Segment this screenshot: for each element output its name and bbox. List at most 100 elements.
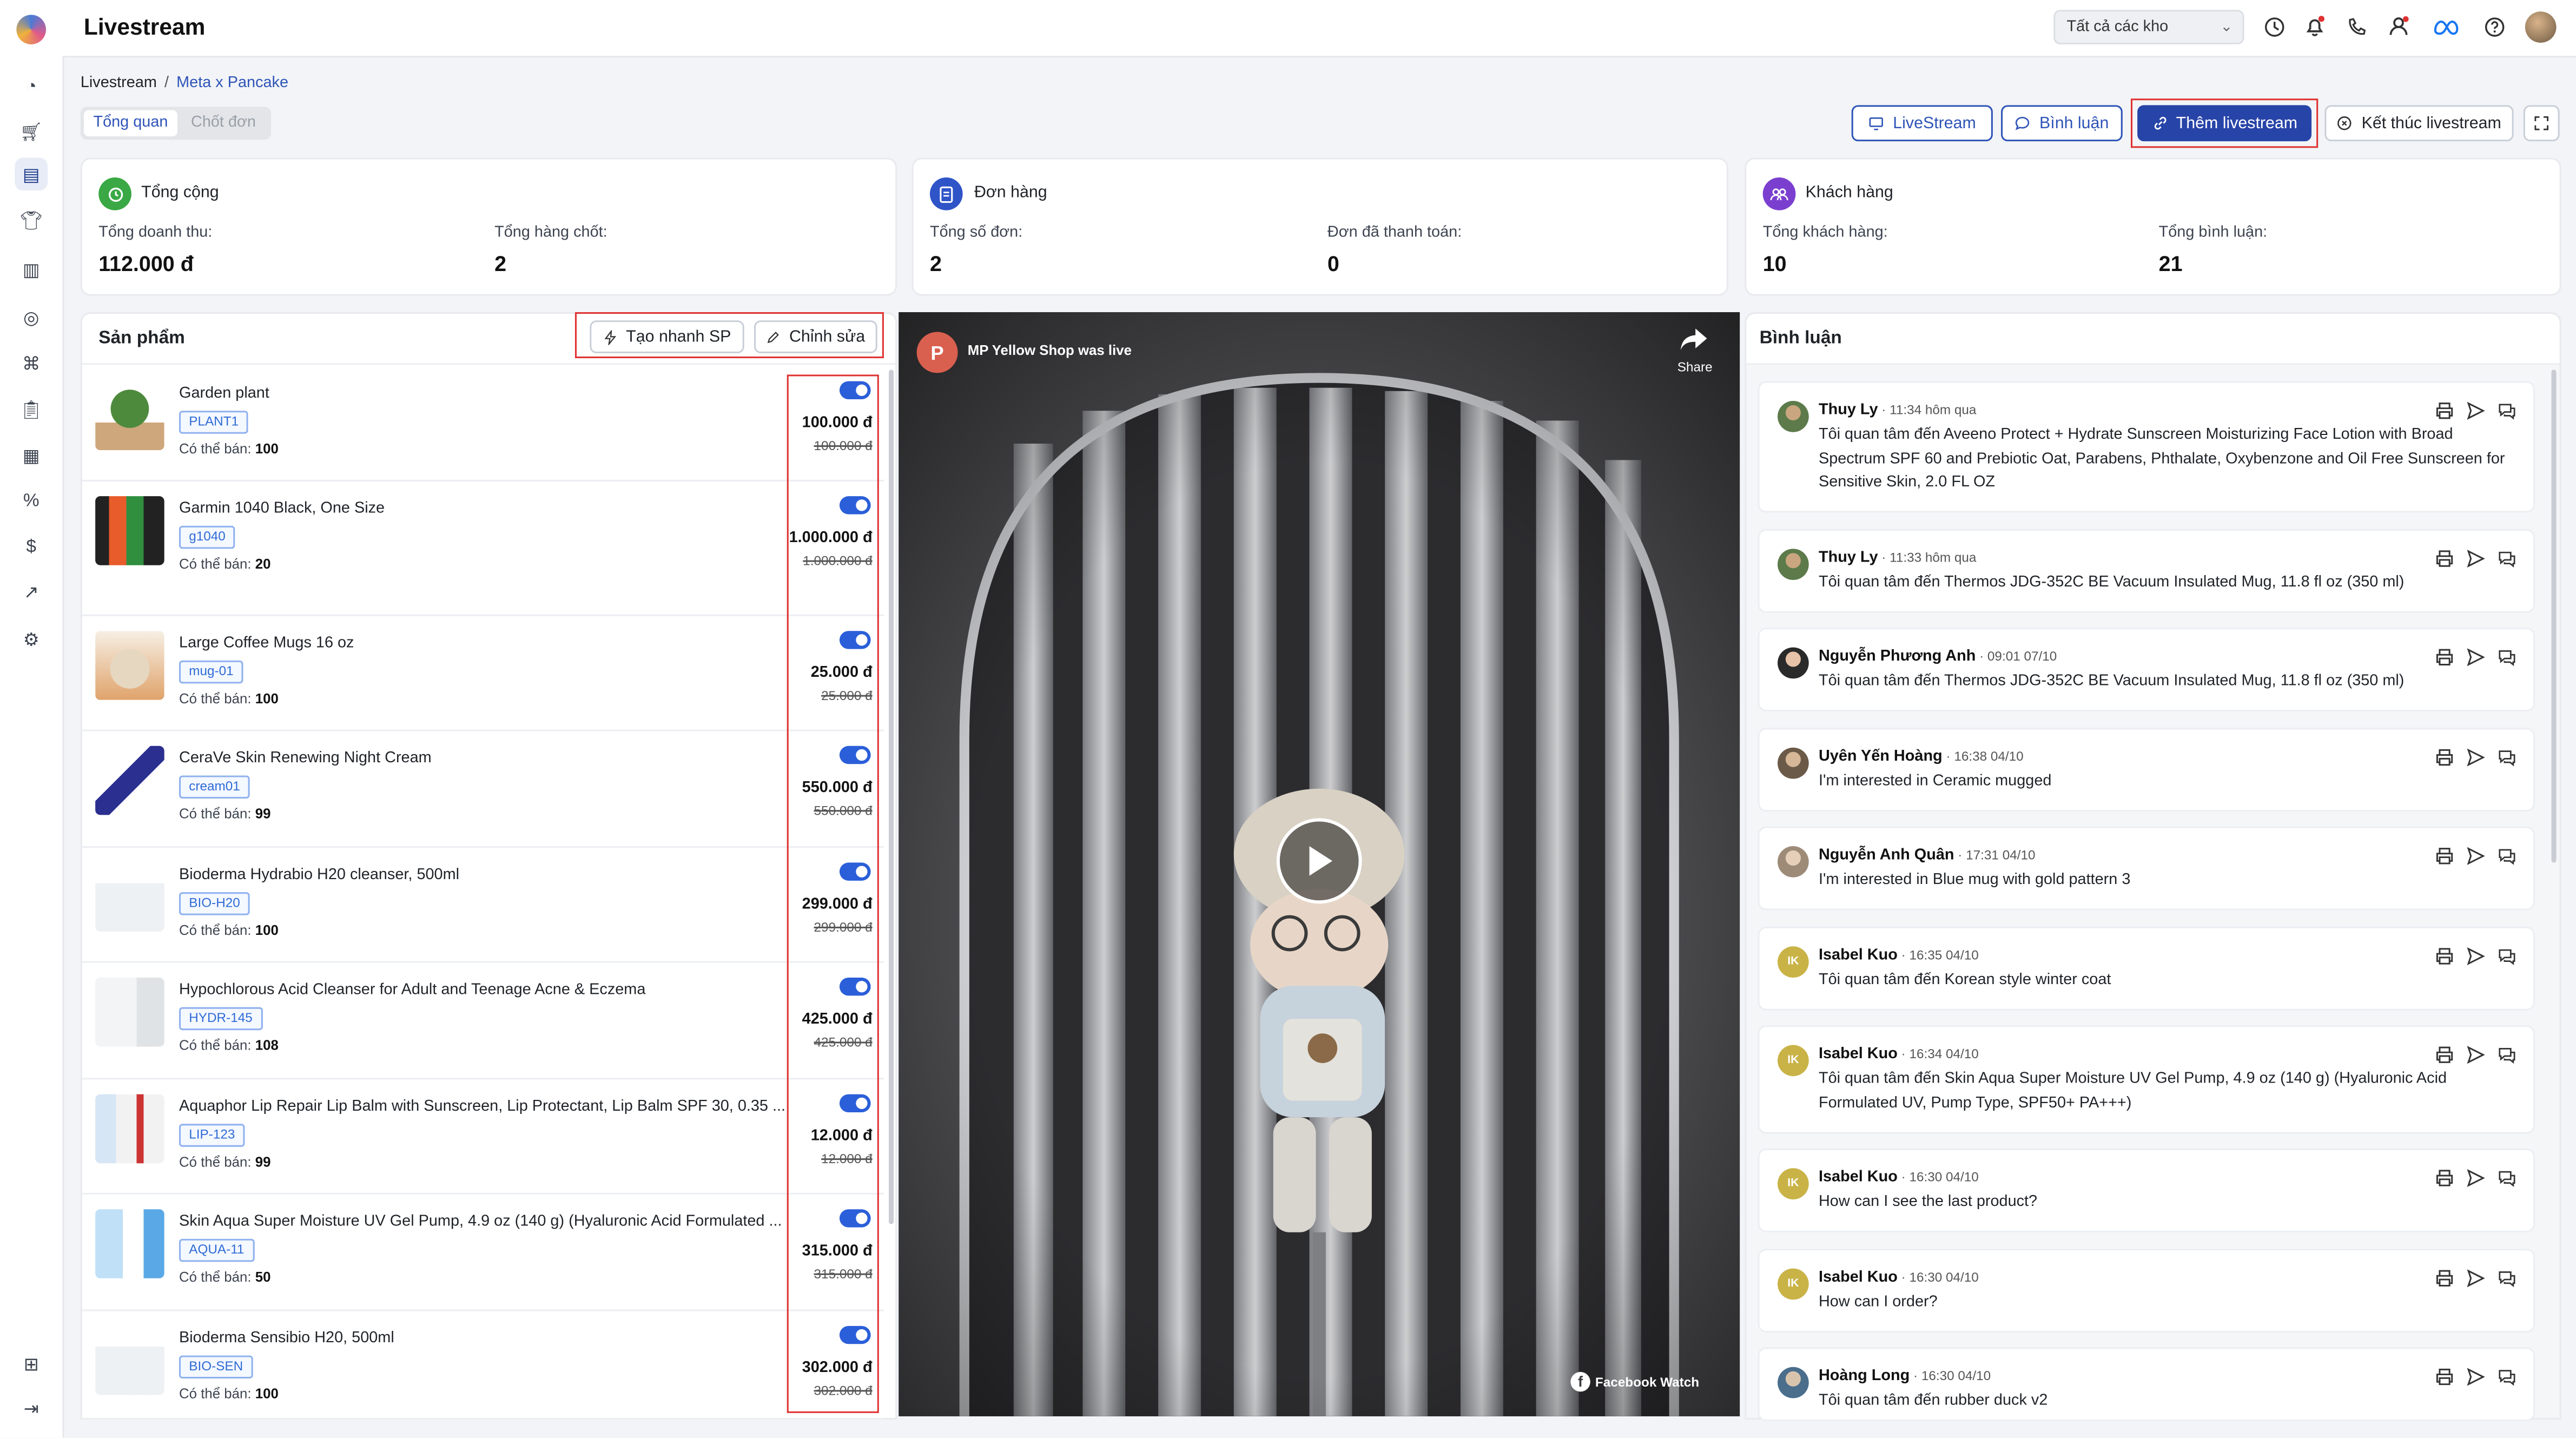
comment-author[interactable]: Nguyễn Anh Quân [1819,846,1954,864]
reply-chat-icon[interactable] [2497,946,2516,966]
history-icon[interactable] [2264,16,2285,37]
collapse-icon[interactable]: ⇥ [15,1391,48,1424]
send-icon[interactable] [2466,549,2486,568]
send-icon[interactable] [2466,846,2486,866]
send-icon[interactable] [2466,1168,2486,1188]
product-row[interactable]: CeraVe Skin Renewing Night Cream cream01 C… [82,729,884,848]
print-icon[interactable] [2435,648,2454,667]
chart-icon[interactable]: ↗ [15,575,48,608]
reply-chat-icon[interactable] [2497,648,2516,667]
user-icon[interactable] [2387,15,2410,38]
send-icon[interactable] [2466,946,2486,966]
breadcrumb-current[interactable]: Meta x Pancake [176,74,288,92]
share-label[interactable]: Share [1677,360,1713,374]
comment-author[interactable]: Isabel Kuo [1819,1269,1898,1287]
warehouse-select[interactable]: Tất cả các kho ⌄ [2053,10,2244,44]
dollar-icon[interactable]: $ [15,531,48,564]
target-icon[interactable]: ◎ [15,301,48,334]
share-icon[interactable] [1679,327,1709,353]
comment-card[interactable]: IK Isabel Kuo · 16:35 04/10 Tôi quan tâm đ… [1758,926,2535,1011]
send-icon[interactable] [2466,1269,2486,1288]
print-icon[interactable] [2435,1168,2454,1188]
shirt-icon[interactable]: 👕︎ [15,204,48,237]
product-name: Skin Aqua Super Moisture UV Gel Pump, 4.… [179,1212,782,1231]
play-button[interactable] [1276,818,1362,904]
comment-card[interactable]: Nguyễn Phương Anh · 09:01 07/10 Tôi quan … [1758,628,2535,712]
print-icon[interactable] [2435,1367,2454,1387]
reply-chat-icon[interactable] [2497,846,2516,866]
reply-chat-icon[interactable] [2497,401,2516,420]
product-row[interactable]: Garmin 1040 Black, One Size g1040 Có thể b… [82,480,884,616]
print-icon[interactable] [2435,1269,2454,1288]
meta-icon[interactable] [2433,18,2460,36]
comment-card[interactable]: IK Isabel Kuo · 16:30 04/10 How can I orde… [1758,1249,2535,1333]
comment-card[interactable]: IK Isabel Kuo · 16:30 04/10 How can I see … [1758,1148,2535,1232]
reply-chat-icon[interactable] [2497,549,2516,568]
cart-icon[interactable]: 🛒︎ [15,115,48,148]
comment-card[interactable]: Nguyễn Anh Quân · 17:31 04/10 I'm interes… [1758,826,2535,911]
comments-button[interactable]: Bình luận [2001,105,2123,142]
reply-chat-icon[interactable] [2497,1168,2516,1188]
page-avatar[interactable]: P [916,332,958,373]
comments-scrollbar[interactable] [2551,370,2557,863]
send-icon[interactable] [2466,1045,2486,1065]
print-icon[interactable] [2435,549,2454,568]
comment-author[interactable]: Isabel Kuo [1819,946,1898,964]
comment-card[interactable]: Thuy Ly · 11:34 hôm qua Tôi quan tâm đến … [1758,381,2535,513]
reply-chat-icon[interactable] [2497,1045,2516,1065]
send-icon[interactable] [2466,748,2486,767]
app-logo[interactable] [16,15,47,44]
comment-card[interactable]: Thuy Ly · 11:33 hôm qua Tôi quan tâm đến … [1758,529,2535,613]
comment-card[interactable]: Uyên Yến Hoàng · 16:38 04/10 I'm interest… [1758,728,2535,812]
fullscreen-button[interactable] [2523,105,2560,142]
send-icon[interactable] [2466,1367,2486,1387]
end-livestream-button[interactable]: Kết thúc livestream [2324,105,2514,142]
tab-overview[interactable]: Tổng quan [83,110,177,137]
clipboard-icon[interactable]: 📋︎ [15,393,48,426]
comment-author[interactable]: Thuy Ly [1819,549,1878,566]
phone-icon[interactable] [2346,16,2367,37]
integration-icon[interactable]: ⌘ [15,347,48,380]
report-icon[interactable]: ▦ [15,439,48,472]
comment-card[interactable]: Hoàng Long · 16:30 04/10 Tôi quan tâm đến… [1758,1347,2535,1422]
print-icon[interactable] [2435,846,2454,866]
comment-author[interactable]: Nguyễn Phương Anh [1819,648,1976,665]
comment-text: Tôi quan tâm đến Thermos JDG-352C BE Vac… [1818,672,2405,690]
reply-chat-icon[interactable] [2497,748,2516,767]
comment-author[interactable]: Isabel Kuo [1819,1045,1898,1063]
product-row[interactable]: Bioderma Hydrabio H20 cleanser, 500ml BIO… [82,846,884,963]
print-icon[interactable] [2435,1045,2454,1065]
product-row[interactable]: Large Coffee Mugs 16 oz mug-01 Có thể bán:… [82,615,884,731]
grid-icon[interactable]: ⊞ [15,1347,48,1380]
settings-icon[interactable]: ⚙ [15,623,48,656]
tab-close-orders[interactable]: Chốt đơn [179,110,268,136]
user-avatar[interactable] [2525,11,2557,43]
send-icon[interactable] [2466,401,2486,420]
dashboard-icon[interactable]: ◔ [15,71,48,104]
video-player[interactable]: P MP Yellow Shop was live Share f Facebo… [899,312,1740,1416]
comment-author[interactable]: Uyên Yến Hoàng [1819,748,1943,766]
comment-author[interactable]: Hoàng Long [1819,1367,1910,1385]
product-row[interactable]: Aquaphor Lip Repair Lip Balm with Sunscr… [82,1078,884,1195]
print-icon[interactable] [2435,401,2454,420]
help-icon[interactable] [2484,16,2505,37]
product-row[interactable]: Bioderma Sensibio H20, 500ml BIO-SEN Có th… [82,1309,884,1420]
print-icon[interactable] [2435,748,2454,767]
product-row[interactable]: Hypochlorous Acid Cleanser for Adult and… [82,961,884,1080]
livestream-button[interactable]: LiveStream [1851,105,1993,142]
product-row[interactable]: Garden plant PLANT1 Có thể bán: 100 100.000… [82,365,884,481]
discount-icon[interactable]: % [15,485,48,518]
comment-card[interactable]: IK Isabel Kuo · 16:34 04/10 Tôi quan tâm đ… [1758,1025,2535,1134]
reply-chat-icon[interactable] [2497,1269,2516,1288]
comment-author[interactable]: Isabel Kuo [1819,1168,1898,1186]
bell-icon[interactable] [2303,15,2327,38]
reply-chat-icon[interactable] [2497,1367,2516,1387]
comment-author[interactable]: Thuy Ly [1819,401,1878,419]
product-row[interactable]: Skin Aqua Super Moisture UV Gel Pump, 4.… [82,1193,884,1311]
products-scrollbar[interactable] [889,370,894,1224]
send-icon[interactable] [2466,648,2486,667]
warehouse-icon[interactable]: ▥ [15,253,48,286]
livestream-icon[interactable]: ▤ [15,157,48,191]
breadcrumb-root[interactable]: Livestream [81,74,157,92]
print-icon[interactable] [2435,946,2454,966]
